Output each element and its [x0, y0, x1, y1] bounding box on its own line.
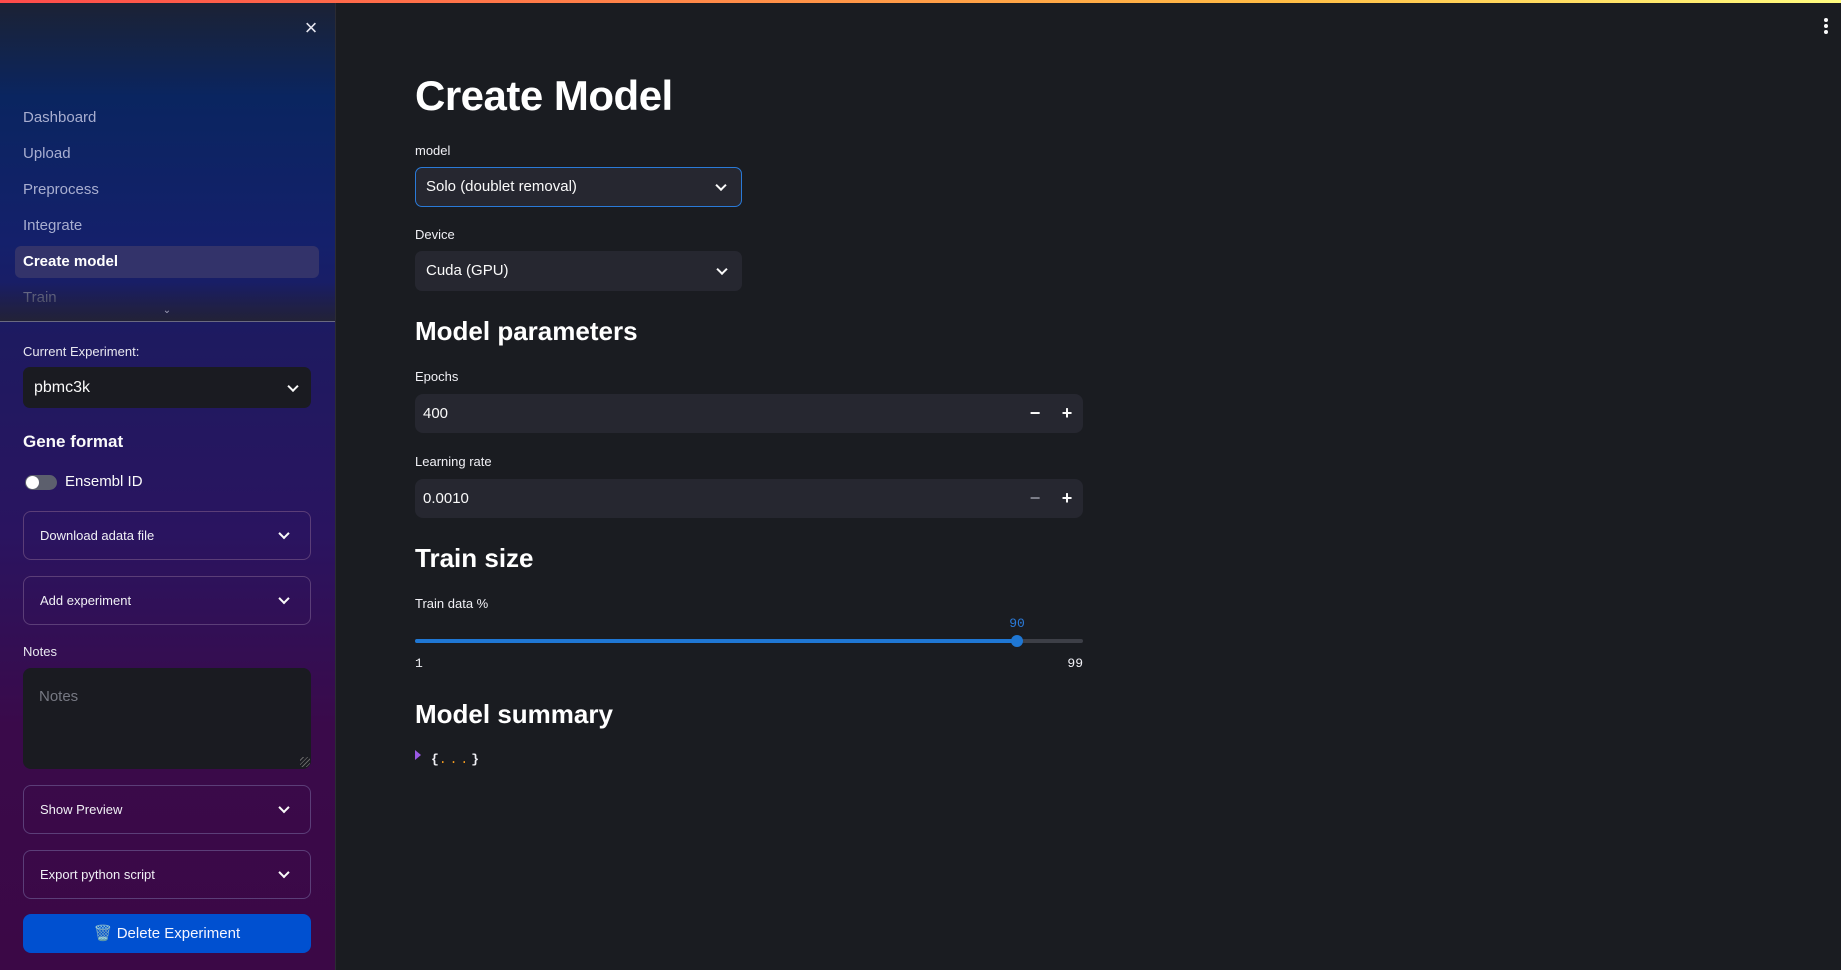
kebab-dot-icon	[1824, 24, 1828, 28]
nav-item-dashboard[interactable]: Dashboard	[15, 102, 319, 134]
show-preview-label: Show Preview	[40, 802, 123, 817]
export-script-label: Export python script	[40, 867, 155, 882]
learning-rate-label: Learning rate	[415, 454, 492, 469]
ensembl-id-toggle[interactable]	[25, 475, 57, 490]
train-size-heading: Train size	[415, 543, 534, 573]
epochs-increment-button[interactable]: +	[1051, 394, 1083, 433]
epochs-input[interactable]	[415, 394, 975, 433]
json-collapsed-ellipsis[interactable]: ...	[439, 752, 471, 767]
model-select-value: Solo (doublet removal)	[426, 178, 577, 195]
expand-nav-chevron-icon[interactable]: ⌄	[160, 306, 174, 316]
model-parameters-heading: Model parameters	[415, 316, 638, 346]
add-experiment-label: Add experiment	[40, 593, 132, 608]
experiment-select-value: pbmc3k	[34, 379, 91, 396]
resize-grip-icon[interactable]	[300, 757, 310, 767]
learning-rate-increment-button[interactable]: +	[1051, 479, 1083, 518]
chevron-down-icon	[278, 527, 290, 539]
notes-label: Notes	[23, 644, 57, 659]
export-script-expander[interactable]: Export python script	[23, 850, 311, 899]
epochs-decrement-button[interactable]: −	[1019, 394, 1051, 433]
top-decoration-bar	[0, 0, 1841, 3]
sidebar-border	[335, 0, 336, 970]
slider-min-label: 1	[415, 656, 423, 671]
add-experiment-expander[interactable]: Add experiment	[23, 576, 311, 625]
epochs-input-wrapper: − +	[415, 394, 1083, 433]
nav-fade-overlay	[0, 282, 335, 322]
current-experiment-label: Current Experiment:	[23, 344, 140, 359]
notes-textarea[interactable]	[23, 668, 311, 769]
learning-rate-input-wrapper: − +	[415, 479, 1083, 518]
slider-fill	[415, 639, 1017, 643]
nav-item-create-model[interactable]: Create model	[15, 246, 319, 278]
page-title: Create Model	[415, 72, 673, 119]
train-data-slider[interactable]	[415, 635, 1083, 647]
learning-rate-decrement-button[interactable]: −	[1019, 479, 1051, 518]
kebab-dot-icon	[1824, 18, 1828, 22]
nav-item-upload[interactable]: Upload	[15, 138, 319, 170]
train-data-label: Train data %	[415, 596, 489, 611]
delete-experiment-button[interactable]: 🗑️ Delete Experiment	[23, 914, 311, 953]
gene-format-heading: Gene format	[23, 432, 124, 451]
chevron-down-icon	[278, 592, 290, 604]
download-adata-expander[interactable]: Download adata file	[23, 511, 311, 560]
nav-item-integrate[interactable]: Integrate	[15, 210, 319, 242]
slider-max-label: 99	[1067, 656, 1083, 671]
model-summary-heading: Model summary	[415, 699, 613, 729]
ensembl-id-label: Ensembl ID	[65, 473, 143, 490]
nav-divider	[0, 321, 335, 322]
sidebar: × Dashboard Upload Preprocess Integrate …	[0, 0, 335, 970]
experiment-select[interactable]: pbmc3k	[23, 367, 311, 408]
kebab-dot-icon	[1824, 30, 1828, 34]
expand-arrow-icon[interactable]	[415, 750, 421, 760]
model-label: model	[415, 143, 451, 158]
chevron-down-icon	[287, 380, 299, 392]
device-select[interactable]: Cuda (GPU)	[415, 251, 742, 291]
chevron-down-icon	[716, 263, 728, 276]
device-label: Device	[415, 227, 455, 242]
toggle-knob	[26, 476, 39, 489]
nav-item-preprocess[interactable]: Preprocess	[15, 174, 319, 206]
main-content: Create Model model Solo (doublet removal…	[415, 0, 1115, 970]
train-data-slider-value: 90	[1009, 616, 1025, 631]
chevron-down-icon	[278, 801, 290, 813]
json-open-brace: {	[431, 752, 439, 767]
slider-thumb[interactable]	[1011, 635, 1023, 647]
close-icon: ×	[304, 15, 318, 40]
device-select-value: Cuda (GPU)	[426, 262, 509, 279]
chevron-down-icon	[278, 866, 290, 878]
json-close-brace: }	[471, 752, 480, 767]
model-select[interactable]: Solo (doublet removal)	[415, 167, 742, 207]
chevron-down-icon	[715, 179, 727, 192]
close-sidebar-button[interactable]: ×	[300, 17, 322, 39]
main-menu-button[interactable]	[1823, 18, 1829, 34]
download-adata-label: Download adata file	[40, 528, 155, 543]
show-preview-expander[interactable]: Show Preview	[23, 785, 311, 834]
model-summary-json: {...}	[415, 750, 479, 767]
epochs-label: Epochs	[415, 369, 459, 384]
learning-rate-input[interactable]	[415, 479, 975, 518]
